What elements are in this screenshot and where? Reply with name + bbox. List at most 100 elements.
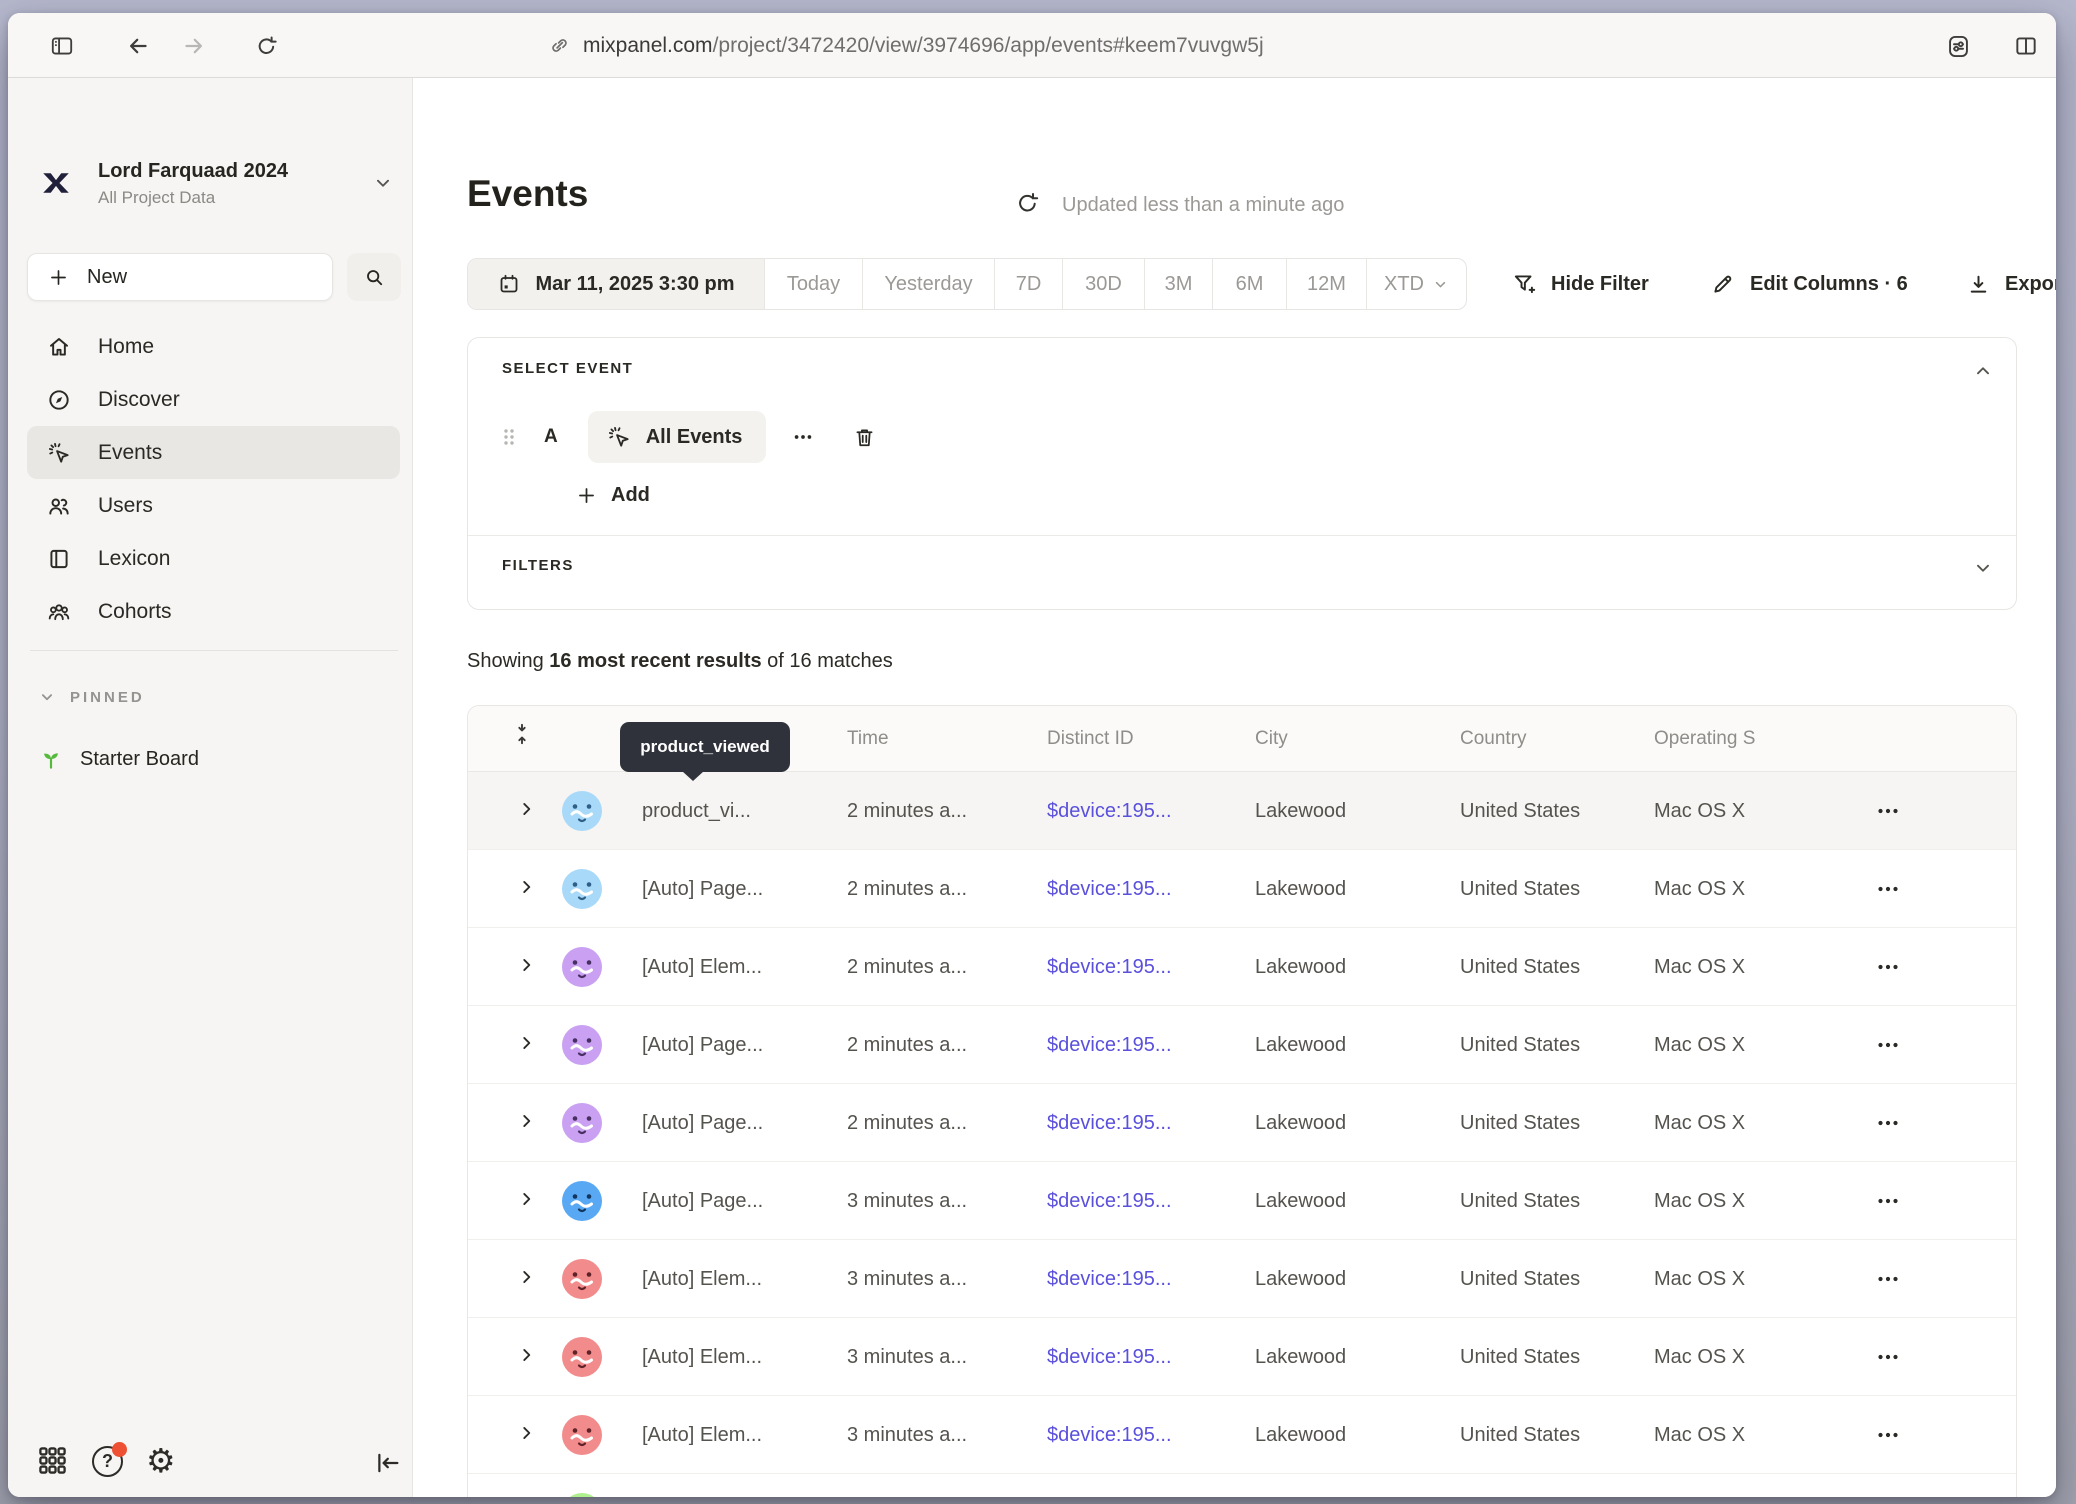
collapse-sidebar-icon[interactable] [374, 1449, 402, 1477]
cell-distinct-id-link[interactable]: $device:195... [1047, 1396, 1172, 1474]
browser-forward-icon[interactable] [176, 28, 212, 64]
expand-row-chevron-icon[interactable] [516, 1422, 538, 1444]
expand-row-chevron-icon[interactable] [516, 954, 538, 976]
column-header-time[interactable]: Time [847, 706, 889, 772]
preset-12m[interactable]: 12M [1286, 259, 1366, 309]
edit-columns-button[interactable]: Edit Columns · 6 [1710, 258, 1908, 310]
workspace-switcher[interactable]: Lord Farquaad 2024 All Project Data [36, 156, 396, 218]
preset-yesterday[interactable]: Yesterday [862, 259, 994, 309]
sidebar-item-home[interactable]: Home [27, 320, 400, 373]
chevron-up-icon[interactable] [1972, 360, 1994, 382]
expand-row-chevron-icon[interactable] [516, 1110, 538, 1132]
row-actions-icon[interactable] [1876, 1006, 1900, 1084]
expand-row-chevron-icon[interactable] [516, 798, 538, 820]
sidebar-item-starter-board[interactable]: Starter Board [38, 746, 199, 772]
settings-gear-icon[interactable]: ⚙ [146, 1444, 176, 1477]
mixpanel-logo-icon [38, 165, 74, 201]
export-button[interactable]: Export [1966, 258, 2056, 310]
column-header-distinct-id[interactable]: Distinct ID [1047, 706, 1134, 772]
row-actions-icon[interactable] [1876, 1396, 1900, 1474]
trash-icon[interactable] [852, 425, 877, 450]
table-row[interactable]: [Auto] Page... 3 minutes a... $device:19… [468, 1162, 2016, 1240]
more-options-icon[interactable] [792, 426, 814, 448]
table-row[interactable]: [Auto] Elem... 3 minutes a... $device:19… [468, 1396, 2016, 1474]
apps-grid-icon[interactable] [36, 1444, 69, 1477]
expand-row-chevron-icon[interactable] [516, 1344, 538, 1366]
drag-handle-icon[interactable] [502, 425, 516, 449]
row-actions-icon[interactable] [1876, 1240, 1900, 1318]
cell-city: Lakewood [1255, 850, 1346, 928]
chevron-down-icon[interactable] [1972, 557, 1994, 579]
preset-7d[interactable]: 7D [994, 259, 1062, 309]
sidebar-item-cohorts[interactable]: Cohorts [27, 585, 400, 638]
help-icon[interactable]: ? [92, 1446, 123, 1477]
row-actions-icon[interactable] [1876, 1318, 1900, 1396]
preset-today[interactable]: Today [764, 259, 862, 309]
column-header-country[interactable]: Country [1460, 706, 1527, 772]
row-actions-icon[interactable] [1876, 1084, 1900, 1162]
table-row[interactable]: product_vi... 2 minutes a... $device:195… [468, 772, 2016, 850]
cell-time: 3 minutes a... [847, 1162, 967, 1240]
preset-xtd-dropdown[interactable]: XTD [1366, 259, 1466, 309]
table-row[interactable]: [Auto] Elem... 3 minutes a... $device:19… [468, 1318, 2016, 1396]
cell-distinct-id-link[interactable]: $device:195... [1047, 1162, 1172, 1240]
row-actions-icon[interactable] [1876, 1162, 1900, 1240]
expand-row-chevron-icon[interactable] [516, 1266, 538, 1288]
collapse-rows-icon[interactable] [510, 722, 534, 746]
cell-distinct-id-link[interactable]: $device:195... [1047, 772, 1172, 850]
date-range-picker[interactable]: Mar 11, 2025 3:30 pm [468, 259, 764, 309]
table-row[interactable]: [Auto] Page... 2 minutes a... $device:19… [468, 850, 2016, 928]
row-actions-icon[interactable] [1876, 928, 1900, 1006]
cell-distinct-id-link[interactable]: $device:195... [1047, 1240, 1172, 1318]
add-event-button[interactable]: Add [576, 484, 650, 507]
cell-country: United States [1460, 1396, 1580, 1474]
browser-page-settings-icon[interactable] [1940, 28, 1976, 64]
browser-split-view-icon[interactable] [2008, 28, 2044, 64]
workspace-name: Lord Farquaad 2024 [98, 160, 288, 183]
preset-30d[interactable]: 30D [1062, 259, 1144, 309]
browser-back-icon[interactable] [120, 28, 156, 64]
updated-status: Updated less than a minute ago [1062, 194, 1344, 217]
preset-3m[interactable]: 3M [1144, 259, 1212, 309]
sprout-icon [38, 746, 64, 772]
preset-6m[interactable]: 6M [1212, 259, 1286, 309]
table-row[interactable]: [Auto] Page... 2 minutes a... $device:19… [468, 1006, 2016, 1084]
sidebar-item-users[interactable]: Users [27, 479, 400, 532]
search-button[interactable] [347, 253, 401, 301]
hide-filter-button[interactable]: Hide Filter [1511, 258, 1649, 310]
event-row-letter: A [544, 426, 558, 448]
cell-distinct-id-link[interactable]: $device:195... [1047, 850, 1172, 928]
cell-distinct-id-link[interactable]: $device:195... [1047, 1474, 1172, 1497]
column-header-city[interactable]: City [1255, 706, 1288, 772]
event-selector-pill[interactable]: All Events [588, 411, 767, 463]
expand-row-chevron-icon[interactable] [516, 1188, 538, 1210]
refresh-icon[interactable] [1014, 190, 1041, 217]
sidebar-item-lexicon[interactable]: Lexicon [27, 532, 400, 585]
cell-distinct-id-link[interactable]: $device:195... [1047, 1006, 1172, 1084]
row-actions-icon[interactable] [1876, 850, 1900, 928]
table-row[interactable]: [Auto] Elem... 3 minutes a... $device:19… [468, 1240, 2016, 1318]
expand-row-chevron-icon[interactable] [516, 1032, 538, 1054]
cell-distinct-id-link[interactable]: $device:195... [1047, 1318, 1172, 1396]
cell-event-name: [Auto] Elem... [642, 928, 762, 1006]
cell-country: United States [1460, 772, 1580, 850]
table-row[interactable]: [Auto] Elem... 4 minutes a... $device:19… [468, 1474, 2016, 1497]
browser-sidebar-toggle-icon[interactable] [44, 28, 80, 64]
table-row[interactable]: [Auto] Elem... 2 minutes a... $device:19… [468, 928, 2016, 1006]
expand-row-chevron-icon[interactable] [516, 876, 538, 898]
new-button[interactable]: New [27, 253, 333, 301]
browser-reload-icon[interactable] [248, 28, 284, 64]
cell-operating-system: Mac OS X [1654, 1318, 1745, 1396]
table-row[interactable]: [Auto] Page... 2 minutes a... $device:19… [468, 1084, 2016, 1162]
pinned-section-header[interactable]: PINNED [38, 688, 145, 706]
browser-url-bar[interactable]: mixpanel.com/project/3472420/view/397469… [548, 13, 1264, 78]
cell-distinct-id-link[interactable]: $device:195... [1047, 928, 1172, 1006]
row-actions-icon[interactable] [1876, 1474, 1900, 1497]
sidebar-item-discover[interactable]: Discover [27, 373, 400, 426]
sidebar-item-events[interactable]: Events [27, 426, 400, 479]
row-actions-icon[interactable] [1876, 772, 1900, 850]
cell-distinct-id-link[interactable]: $device:195... [1047, 1084, 1172, 1162]
cell-city: Lakewood [1255, 1162, 1346, 1240]
column-header-operating-system[interactable]: Operating S [1654, 706, 1755, 772]
hide-filter-label: Hide Filter [1551, 273, 1649, 296]
